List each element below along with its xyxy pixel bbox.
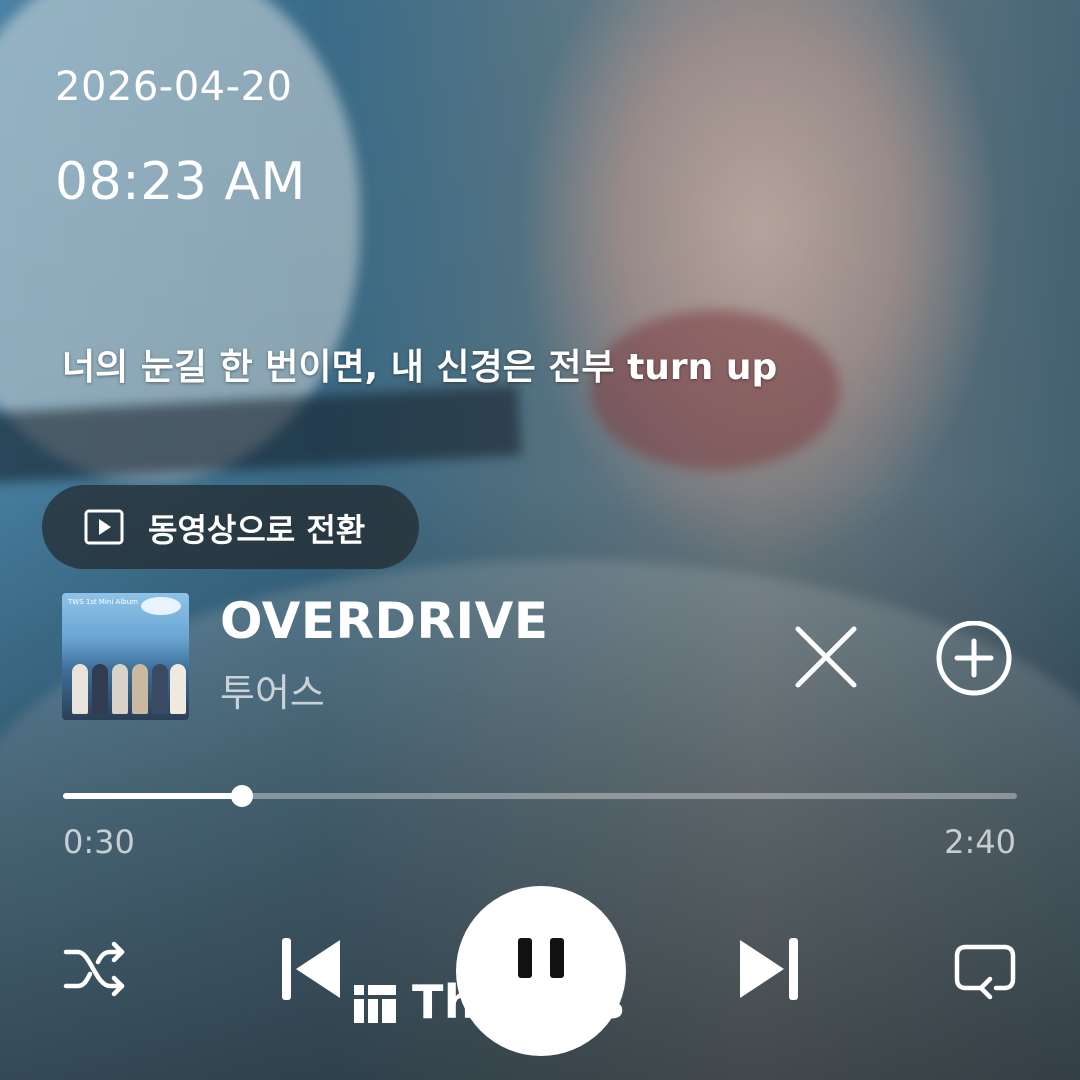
track-title: OVERDRIVE [220, 592, 549, 650]
album-art-figure [72, 664, 88, 714]
album-art-figure [152, 664, 168, 714]
album-art-figure [132, 664, 148, 714]
pause-button[interactable] [456, 886, 626, 1056]
album-art-figure [112, 664, 128, 714]
album-art-text: TWS 1st Mini Album [68, 598, 138, 606]
total-time: 2:40 [944, 823, 1016, 861]
current-lyric-line: 너의 눈길 한 번이면, 내 신경은 전부 turn up [62, 347, 778, 388]
skip-next-icon[interactable] [736, 936, 802, 1002]
progress-thumb[interactable] [230, 785, 253, 807]
date-label: 2026-04-20 [55, 64, 293, 110]
clock-label: 08:23 AM [55, 152, 306, 212]
repeat-icon[interactable] [952, 938, 1018, 1000]
progress-fill [63, 793, 242, 799]
album-art-cloud [141, 597, 181, 615]
album-art[interactable]: TWS 1st Mini Album [62, 593, 189, 720]
album-art-figure [92, 664, 108, 714]
progress-bar[interactable] [63, 785, 1017, 807]
play-square-icon [84, 509, 124, 545]
close-icon[interactable] [790, 621, 862, 693]
track-artist[interactable]: 투어스 [220, 662, 325, 717]
album-art-figure [170, 664, 186, 714]
switch-to-video-button[interactable]: 동영상으로 전환 [42, 485, 419, 569]
pause-icon [518, 938, 564, 978]
skip-previous-icon[interactable] [278, 936, 344, 1002]
add-circle-icon[interactable] [934, 621, 1014, 701]
switch-to-video-label: 동영상으로 전환 [148, 511, 366, 549]
shuffle-icon[interactable] [62, 938, 128, 1000]
elapsed-time: 0:30 [63, 823, 135, 861]
